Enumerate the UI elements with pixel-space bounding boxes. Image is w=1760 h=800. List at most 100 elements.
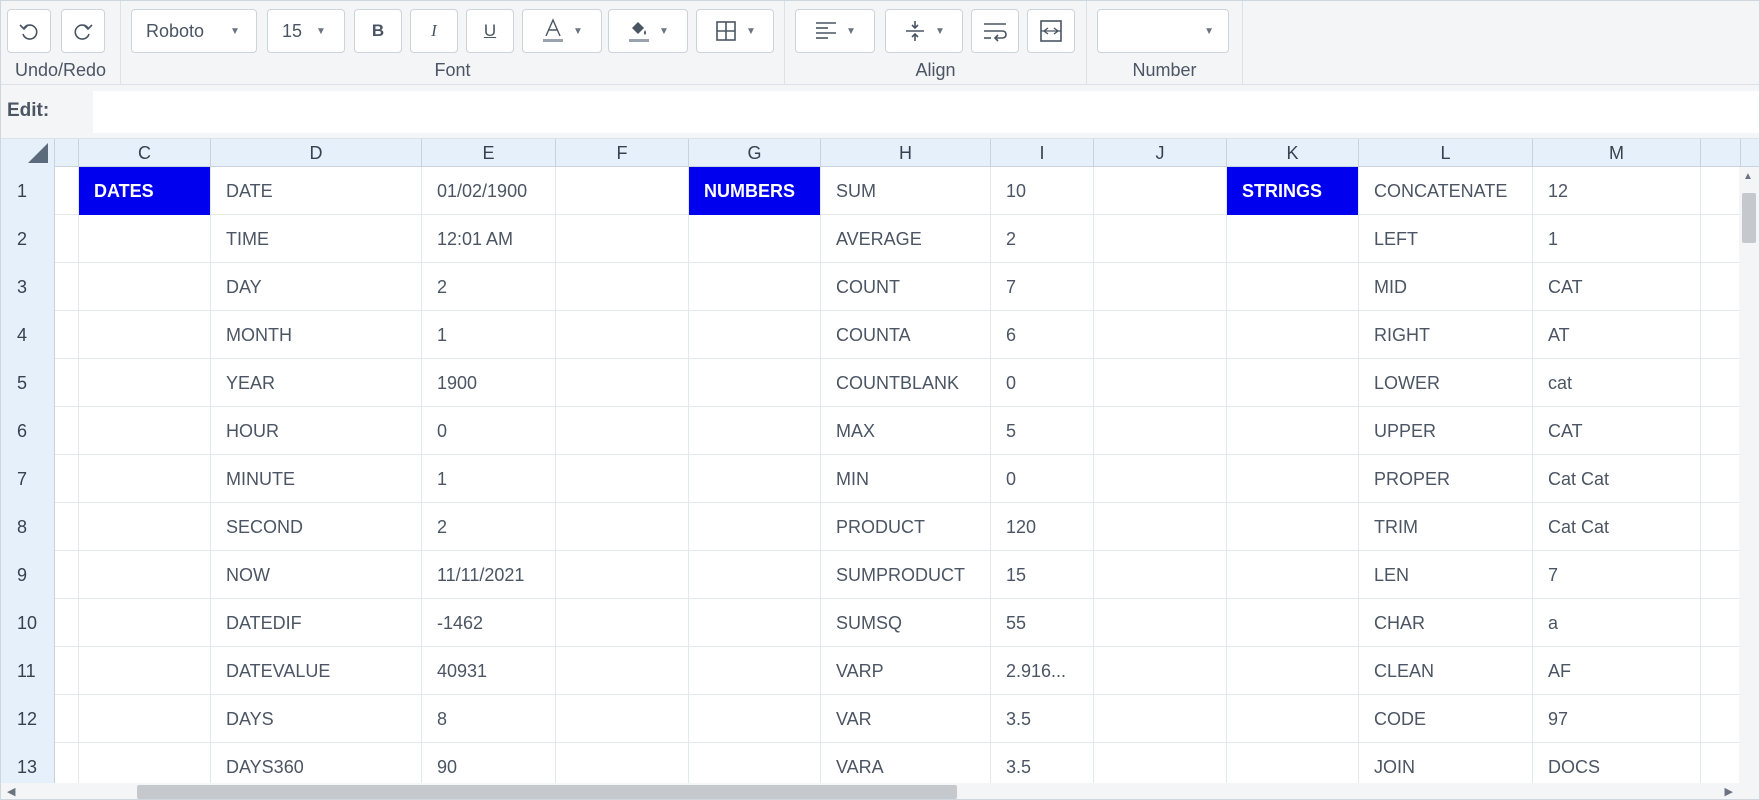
cell-d-3[interactable]: DAY <box>211 263 422 311</box>
cell-b-1[interactable] <box>55 167 79 215</box>
bold-button[interactable]: B <box>354 9 402 53</box>
cell-n-2[interactable] <box>1701 215 1741 263</box>
cell-j-12[interactable] <box>1094 695 1227 743</box>
cell-l-1[interactable]: CONCATENATE <box>1359 167 1533 215</box>
cell-h-1[interactable]: SUM <box>821 167 991 215</box>
cell-m-10[interactable]: a <box>1533 599 1701 647</box>
cell-h-8[interactable]: PRODUCT <box>821 503 991 551</box>
cell-l-10[interactable]: CHAR <box>1359 599 1533 647</box>
scroll-up-icon[interactable]: ▲ <box>1743 171 1753 182</box>
cell-d-11[interactable]: DATEVALUE <box>211 647 422 695</box>
cell-g-9[interactable] <box>689 551 821 599</box>
cell-c-12[interactable] <box>79 695 211 743</box>
cell-k-12[interactable] <box>1227 695 1359 743</box>
scroll-left-icon[interactable]: ◀ <box>7 785 15 798</box>
cell-k-7[interactable] <box>1227 455 1359 503</box>
column-header-m[interactable]: M <box>1533 139 1701 167</box>
formula-input[interactable] <box>93 91 1759 133</box>
cell-b-12[interactable] <box>55 695 79 743</box>
cell-g-4[interactable] <box>689 311 821 359</box>
row-header[interactable]: 12 <box>1 695 55 743</box>
cell-i-2[interactable]: 2 <box>991 215 1094 263</box>
cell-c-6[interactable] <box>79 407 211 455</box>
cell-f-5[interactable] <box>556 359 689 407</box>
row-header[interactable]: 1 <box>1 167 55 215</box>
cell-g-5[interactable] <box>689 359 821 407</box>
cell-g-12[interactable] <box>689 695 821 743</box>
cell-m-9[interactable]: 7 <box>1533 551 1701 599</box>
cell-e-10[interactable]: -1462 <box>422 599 556 647</box>
cell-g-7[interactable] <box>689 455 821 503</box>
redo-button[interactable] <box>61 9 105 53</box>
cell-k-1[interactable]: STRINGS <box>1227 167 1359 215</box>
cell-h-9[interactable]: SUMPRODUCT <box>821 551 991 599</box>
cell-d-1[interactable]: DATE <box>211 167 422 215</box>
column-header-l[interactable]: L <box>1359 139 1533 167</box>
cell-i-5[interactable]: 0 <box>991 359 1094 407</box>
cell-b-2[interactable] <box>55 215 79 263</box>
cell-m-11[interactable]: AF <box>1533 647 1701 695</box>
cell-m-12[interactable]: 97 <box>1533 695 1701 743</box>
cell-d-7[interactable]: MINUTE <box>211 455 422 503</box>
cell-m-8[interactable]: Cat Cat <box>1533 503 1701 551</box>
row-header[interactable]: 10 <box>1 599 55 647</box>
cell-n-1[interactable] <box>1701 167 1741 215</box>
row-header[interactable]: 2 <box>1 215 55 263</box>
cell-i-7[interactable]: 0 <box>991 455 1094 503</box>
horizontal-scrollbar[interactable]: ◀ ▶ <box>1 783 1759 799</box>
cell-l-2[interactable]: LEFT <box>1359 215 1533 263</box>
italic-button[interactable]: I <box>410 9 458 53</box>
select-all-corner[interactable] <box>1 139 55 167</box>
cell-n-9[interactable] <box>1701 551 1741 599</box>
cell-f-8[interactable] <box>556 503 689 551</box>
cell-h-11[interactable]: VARP <box>821 647 991 695</box>
column-header-f[interactable]: F <box>556 139 689 167</box>
cell-h-5[interactable]: COUNTBLANK <box>821 359 991 407</box>
cell-n-8[interactable] <box>1701 503 1741 551</box>
row-header[interactable]: 6 <box>1 407 55 455</box>
merge-cells-button[interactable] <box>1027 9 1075 53</box>
column-header-n[interactable] <box>1701 139 1741 167</box>
cell-m-5[interactable]: cat <box>1533 359 1701 407</box>
cell-l-3[interactable]: MID <box>1359 263 1533 311</box>
cell-k-10[interactable] <box>1227 599 1359 647</box>
cell-b-5[interactable] <box>55 359 79 407</box>
cell-c-10[interactable] <box>79 599 211 647</box>
cell-k-2[interactable] <box>1227 215 1359 263</box>
cell-k-11[interactable] <box>1227 647 1359 695</box>
cell-b-3[interactable] <box>55 263 79 311</box>
undo-button[interactable] <box>7 9 51 53</box>
cell-e-6[interactable]: 0 <box>422 407 556 455</box>
cell-j-6[interactable] <box>1094 407 1227 455</box>
cell-g-2[interactable] <box>689 215 821 263</box>
scroll-right-icon[interactable]: ▶ <box>1725 785 1733 798</box>
cell-l-7[interactable]: PROPER <box>1359 455 1533 503</box>
cell-g-3[interactable] <box>689 263 821 311</box>
cell-i-1[interactable]: 10 <box>991 167 1094 215</box>
cell-k-5[interactable] <box>1227 359 1359 407</box>
cell-l-4[interactable]: RIGHT <box>1359 311 1533 359</box>
horizontal-scroll-thumb[interactable] <box>137 785 957 799</box>
cell-d-4[interactable]: MONTH <box>211 311 422 359</box>
cell-b-10[interactable] <box>55 599 79 647</box>
cell-i-3[interactable]: 7 <box>991 263 1094 311</box>
cell-i-9[interactable]: 15 <box>991 551 1094 599</box>
row-header[interactable]: 3 <box>1 263 55 311</box>
row-header[interactable]: 8 <box>1 503 55 551</box>
cell-m-7[interactable]: Cat Cat <box>1533 455 1701 503</box>
fill-color-button[interactable]: ▼ <box>608 9 688 53</box>
cell-l-6[interactable]: UPPER <box>1359 407 1533 455</box>
horizontal-align-button[interactable]: ▼ <box>795 9 875 53</box>
cell-g-6[interactable] <box>689 407 821 455</box>
cell-b-8[interactable] <box>55 503 79 551</box>
cell-e-2[interactable]: 12:01 AM <box>422 215 556 263</box>
column-header-d[interactable]: D <box>211 139 422 167</box>
cell-f-12[interactable] <box>556 695 689 743</box>
column-header-j[interactable]: J <box>1094 139 1227 167</box>
cell-n-6[interactable] <box>1701 407 1741 455</box>
cell-g-1[interactable]: NUMBERS <box>689 167 821 215</box>
cell-c-5[interactable] <box>79 359 211 407</box>
font-size-select[interactable]: 15 ▼ <box>267 9 345 53</box>
column-header-e[interactable]: E <box>422 139 556 167</box>
cell-d-2[interactable]: TIME <box>211 215 422 263</box>
